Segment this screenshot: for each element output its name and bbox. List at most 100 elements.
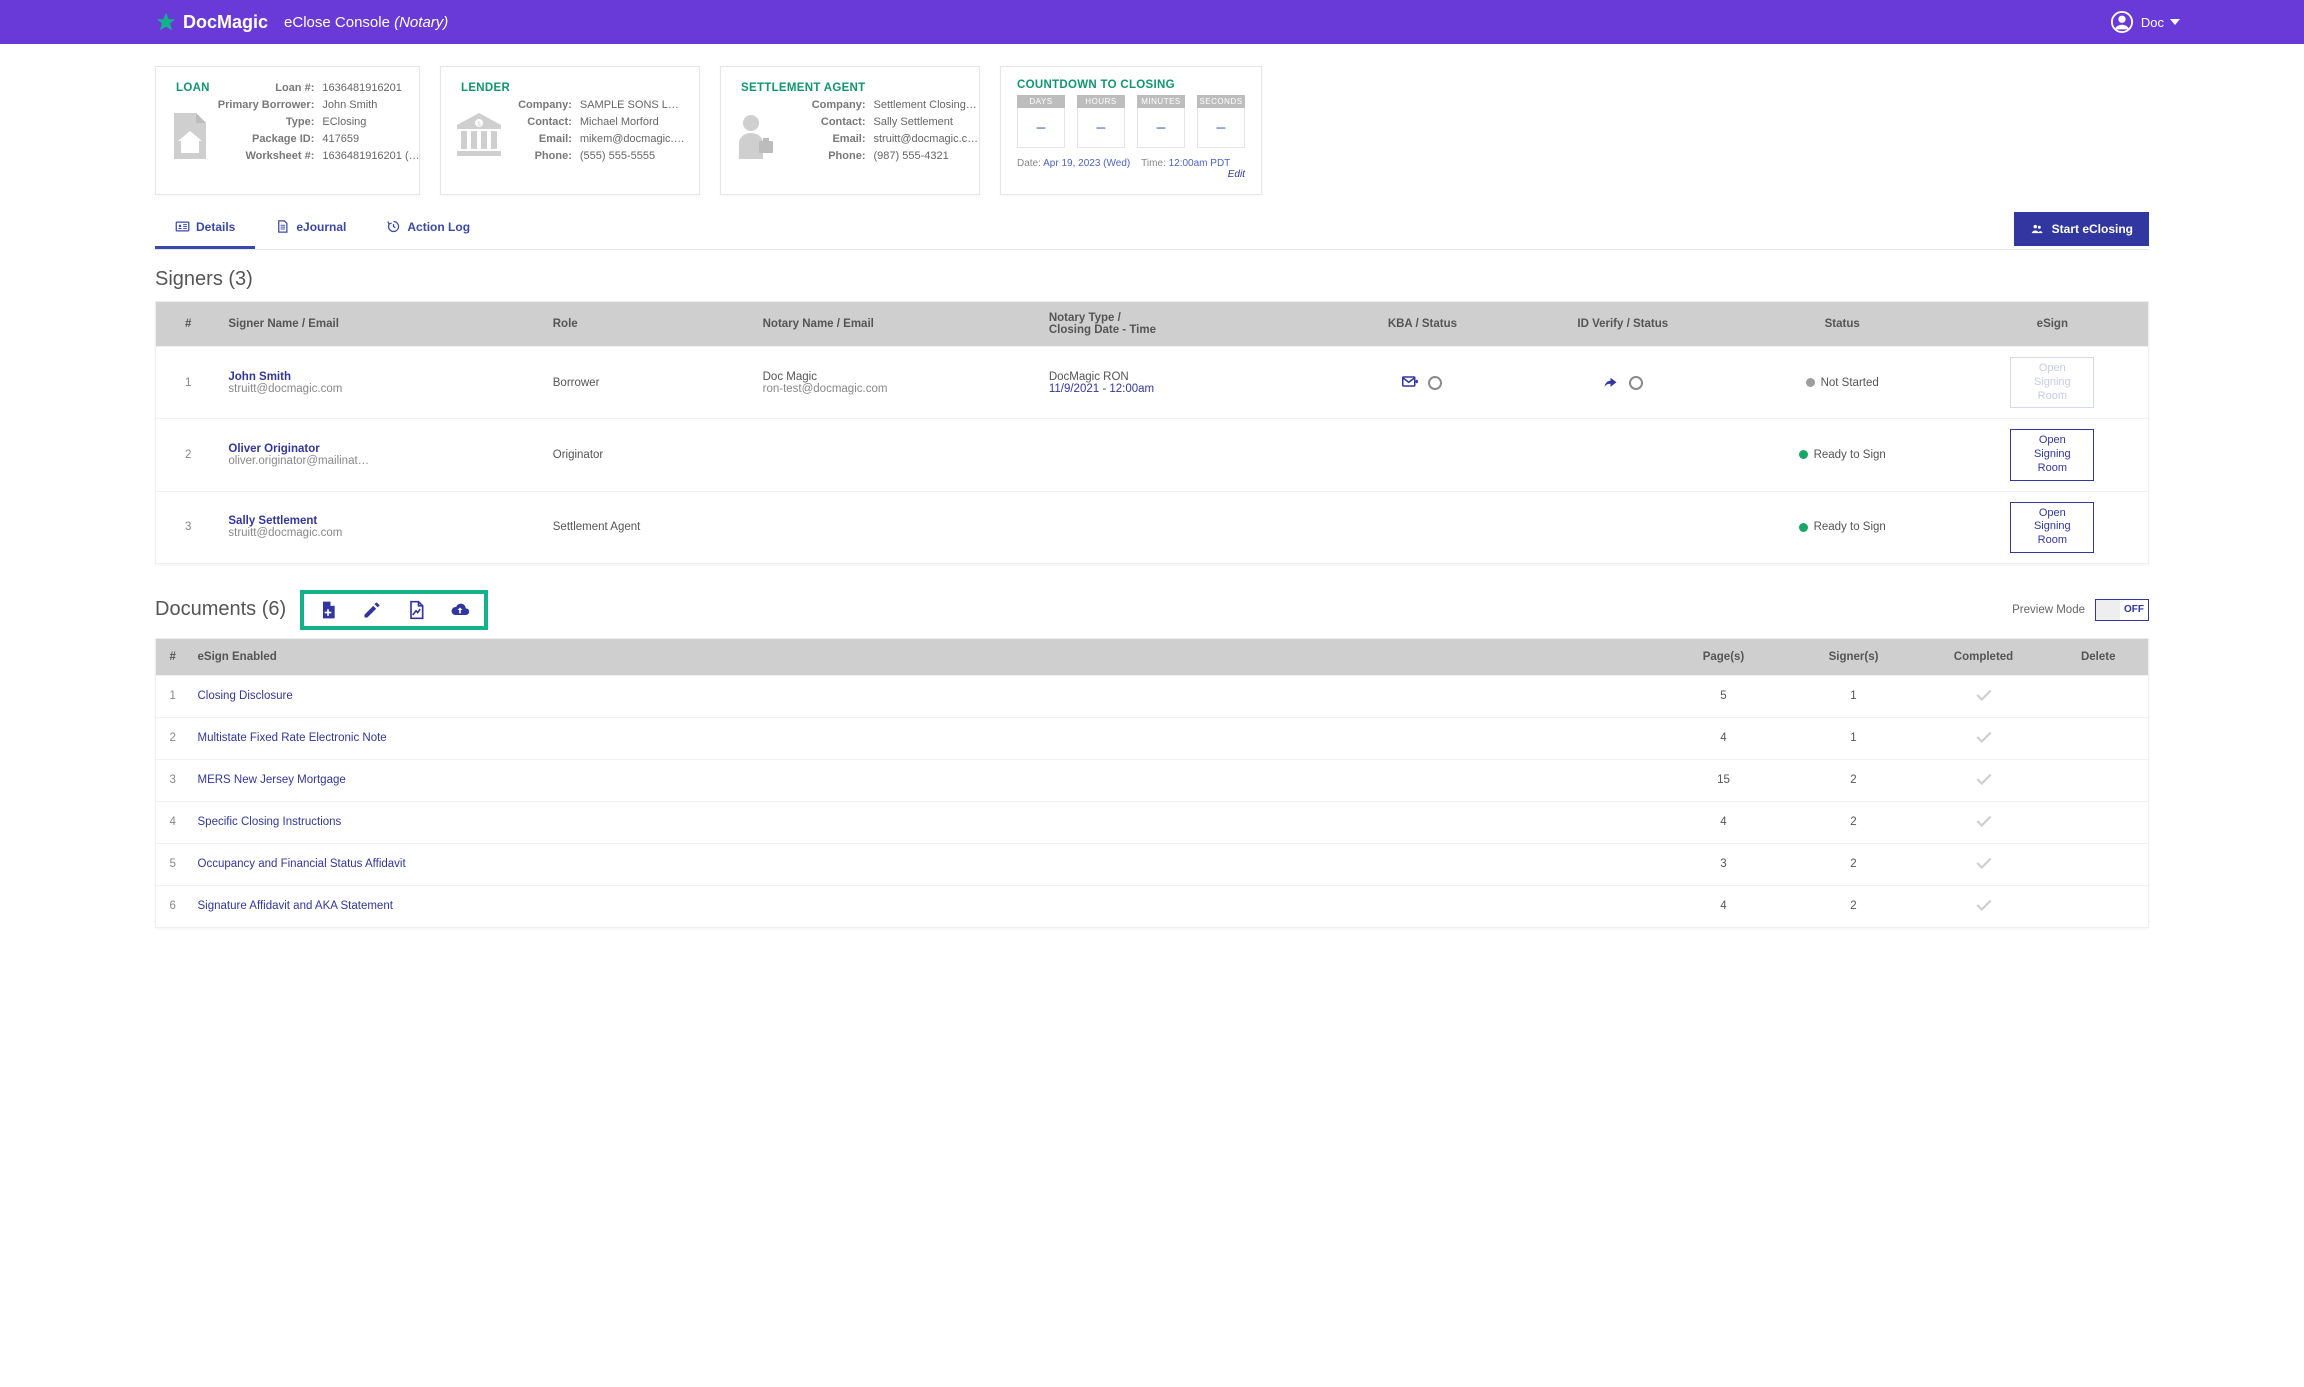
signers-header-idverify: ID Verify / Status [1518,302,1728,347]
documents-section-title: Documents (6) [155,598,286,621]
signers-table: # Signer Name / Email Role Notary Name /… [155,301,2149,564]
signer-name[interactable]: John Smith [228,371,536,383]
pdf-icon[interactable] [406,600,426,620]
countdown-time-label: Time: [1141,158,1166,169]
signers-header-esign: eSign [1957,302,2149,347]
status-dot-icon [1806,378,1815,387]
countdown-days: DAYS– [1017,95,1065,148]
tab-ejournal[interactable]: eJournal [255,209,366,249]
document-row: 6Signature Affidavit and AKA Statement42 [156,885,2149,927]
countdown-edit-link[interactable]: Edit [1228,169,1245,180]
user-menu[interactable]: Doc [2111,11,2180,33]
docs-header-completed: Completed [1919,638,2049,675]
signers-header-name: Signer Name / Email [220,302,544,347]
lender-email-label: Email: [514,130,576,147]
doc-idx: 1 [156,675,190,717]
doc-idx: 4 [156,801,190,843]
document-row: 1Closing Disclosure51 [156,675,2149,717]
notary-name: Doc Magic [763,371,1033,383]
signer-status: Ready to Sign [1728,491,1957,563]
doc-idx: 6 [156,885,190,927]
doc-signers: 1 [1789,717,1919,759]
preview-mode-toggle[interactable]: OFF [2095,599,2149,621]
doc-completed [1919,801,2049,843]
start-eclosing-button[interactable]: Start eClosing [2014,212,2149,246]
document-name-link[interactable]: Occupancy and Financial Status Affidavit [198,858,406,870]
settlement-title: SETTLEMENT AGENT [741,82,865,94]
document-name-link[interactable]: MERS New Jersey Mortgage [198,774,346,786]
signer-name[interactable]: Oliver Originator [228,443,536,455]
signers-header-kba: KBA / Status [1327,302,1518,347]
signer-idx: 2 [156,419,221,491]
settlement-contact-value: Sally Settlement [869,113,982,130]
doc-signers: 2 [1789,885,1919,927]
lender-title: LENDER [461,82,510,94]
seconds-label: SECONDS [1197,95,1245,108]
check-icon [1975,772,1993,786]
document-icon [275,219,290,234]
document-name-link[interactable]: Multistate Fixed Rate Electronic Note [198,732,387,744]
status-dot-icon [1799,523,1808,532]
days-value: – [1017,108,1065,148]
doc-delete [2049,759,2149,801]
signer-idx: 1 [156,347,221,419]
minutes-label: MINUTES [1137,95,1185,108]
lender-contact-value: Michael Morford [576,113,689,130]
document-name-link[interactable]: Specific Closing Instructions [198,816,342,828]
document-name-link[interactable]: Signature Affidavit and AKA Statement [198,900,393,912]
docs-header-name: eSign Enabled [190,638,1659,675]
share-arrow-icon[interactable] [1603,376,1621,390]
id-card-icon [175,219,190,234]
avatar-icon [2111,11,2133,33]
envelope-arrow-icon[interactable] [1402,376,1420,390]
idverify-cell [1518,419,1728,491]
summary-cards: LOAN Loan #: 1636481916201 Primary Borro… [155,66,2149,195]
brand-name: DocMagic [183,12,268,33]
tab-action-log[interactable]: Action Log [366,209,490,249]
seconds-value: – [1197,108,1245,148]
lender-email-value: mikem@docmagic.… [576,130,689,147]
open-signing-room-button[interactable]: Open Signing Room [2010,429,2094,480]
tabs-row: Details eJournal Action Log Start eClosi… [155,209,2149,250]
tab-ejournal-label: eJournal [296,220,346,234]
add-document-icon[interactable] [318,600,338,620]
signers-header-idx: # [156,302,221,347]
console-title: eClose Console (Notary) [284,14,448,31]
tab-action-log-label: Action Log [407,220,470,234]
doc-completed [1919,717,2049,759]
signer-row: 1John Smithstruitt@docmagic.comBorrowerD… [156,347,2149,419]
people-icon [2030,222,2044,236]
documents-toolbar [300,590,488,630]
open-signing-room-button[interactable]: Open Signing Room [2010,502,2094,553]
closing-datetime[interactable]: 11/9/2021 - 12:00am [1049,383,1319,395]
upload-cloud-icon[interactable] [450,600,470,620]
check-icon [1975,898,1993,912]
settlement-company-value: Settlement Closing… [869,96,982,113]
docs-header-pages: Page(s) [1659,638,1789,675]
countdown-time-value: 12:00am PDT [1169,158,1231,169]
check-icon [1975,814,1993,828]
settlement-phone-value: (987) 555-4321 [869,147,982,164]
preview-mode-state: OFF [2120,600,2148,620]
minutes-value: – [1137,108,1185,148]
signers-header-notary: Notary Name / Email [755,302,1041,347]
signers-header-notary-type: Notary Type / Closing Date - Time [1041,302,1327,347]
kba-cell [1327,419,1518,491]
signer-name[interactable]: Sally Settlement [228,515,536,527]
chevron-down-icon [2170,17,2180,27]
lender-card: $ LENDER Company:SAMPLE SONS L… Contact:… [440,66,700,195]
worksheet-no-label: Worksheet #: [214,147,319,164]
loan-title: LOAN [176,82,210,94]
loan-no-label: Loan #: [214,79,319,96]
doc-delete [2049,801,2149,843]
edit-icon[interactable] [362,600,382,620]
tab-details-label: Details [196,220,235,234]
idverify-cell [1518,491,1728,563]
tab-details[interactable]: Details [155,209,255,249]
settlement-phone-label: Phone: [796,147,869,164]
loan-type-value: EClosing [318,113,423,130]
document-name-link[interactable]: Closing Disclosure [198,690,293,702]
signer-email: oliver.originator@mailinat… [228,455,536,467]
package-id-value: 417659 [318,130,423,147]
doc-delete [2049,885,2149,927]
